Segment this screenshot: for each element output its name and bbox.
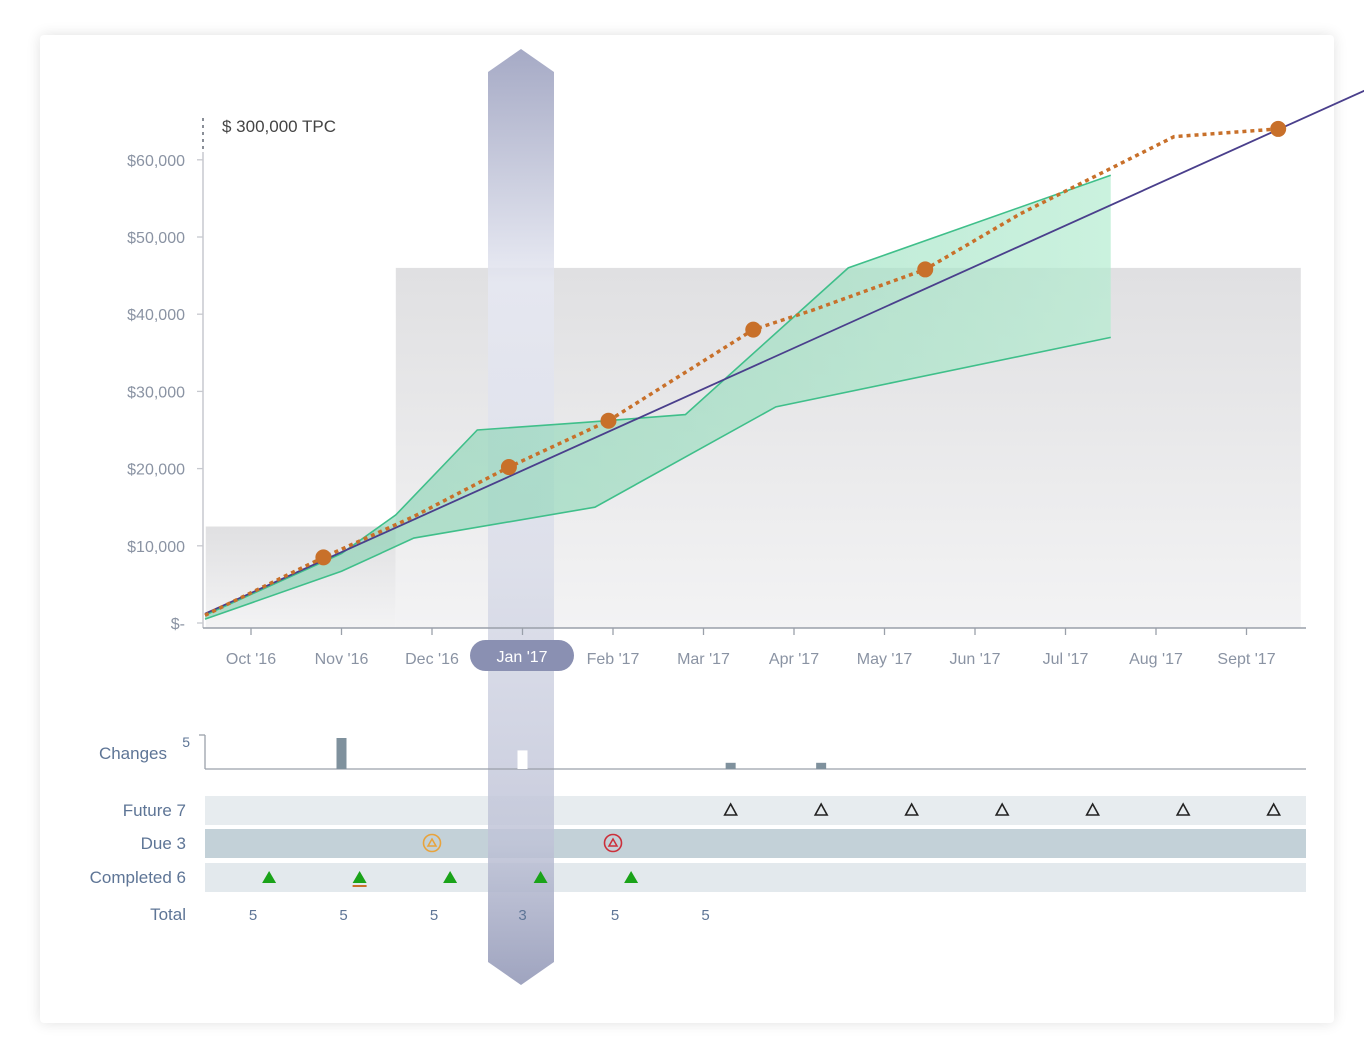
total-value: 3: [518, 907, 526, 924]
x-axis-ticks: Oct '16 Nov '16 Dec '16 Feb '17 Mar '17 Apr '…: [226, 628, 1276, 668]
row-label-future: Future 7: [123, 801, 186, 820]
x-tick-label: Nov '16: [315, 651, 369, 668]
row-label-completed: Completed 6: [90, 868, 186, 887]
changes-bar: [816, 762, 827, 769]
y-tick-label: $50,000: [127, 230, 185, 247]
y-tick-label: $60,000: [127, 153, 185, 170]
row-background-future: [205, 796, 1306, 825]
total-value: 5: [611, 907, 619, 924]
actual-cost-point: [917, 261, 934, 278]
actual-cost-point: [500, 459, 517, 476]
x-tick-label: Feb '17: [587, 651, 640, 668]
actual-cost-point: [745, 321, 762, 338]
total-value: 5: [339, 907, 347, 924]
actual-cost-point: [600, 412, 617, 429]
y-tick-label: $-: [171, 616, 185, 633]
tpc-label: $ 300,000 TPC: [222, 117, 336, 136]
changes-bar: [517, 750, 528, 769]
milestone-row-backgrounds: [205, 796, 1306, 892]
y-tick-label: $40,000: [127, 307, 185, 324]
y-tick-label: $10,000: [127, 539, 185, 556]
x-tick-label: Oct '16: [226, 651, 276, 668]
changes-bar: [336, 738, 347, 769]
selected-month-pill[interactable]: Jan '17: [470, 640, 574, 671]
selected-month-label: Jan '17: [496, 649, 547, 666]
changes-bar: [725, 762, 736, 769]
total-value: 5: [701, 907, 709, 924]
total-value: 5: [430, 907, 438, 924]
x-tick-label: Aug '17: [1129, 651, 1183, 668]
y-tick-label: $30,000: [127, 384, 185, 401]
totals-label: Total: [150, 905, 186, 924]
total-value: 5: [249, 907, 257, 924]
changes-label: Changes: [99, 744, 167, 763]
actual-cost-point: [1270, 120, 1287, 137]
totals-row: Total 5 5 5 3 5 5: [150, 905, 710, 924]
row-background-due: [205, 829, 1306, 858]
y-tick-label: $20,000: [127, 462, 185, 479]
x-tick-label: Apr '17: [769, 651, 819, 668]
project-cost-chart: $ 300,000 TPC $- $10,000 $20,000 $30,000 $40…: [90, 49, 1364, 985]
x-tick-label: Mar '17: [677, 651, 730, 668]
row-background-completed: [205, 863, 1306, 892]
y-axis-ticks: $- $10,000 $20,000 $30,000 $40,000 $50,000 $60…: [127, 153, 203, 633]
x-tick-label: May '17: [857, 651, 913, 668]
row-label-due: Due 3: [141, 834, 186, 853]
x-tick-label: Jun '17: [949, 651, 1000, 668]
x-tick-label: Jul '17: [1043, 651, 1089, 668]
actual-cost-point: [315, 549, 332, 566]
x-tick-label: Dec '16: [405, 651, 459, 668]
changes-max-label: 5: [182, 734, 190, 750]
changes-chart: Changes 5: [99, 734, 1306, 770]
x-tick-label: Sept '17: [1217, 651, 1275, 668]
